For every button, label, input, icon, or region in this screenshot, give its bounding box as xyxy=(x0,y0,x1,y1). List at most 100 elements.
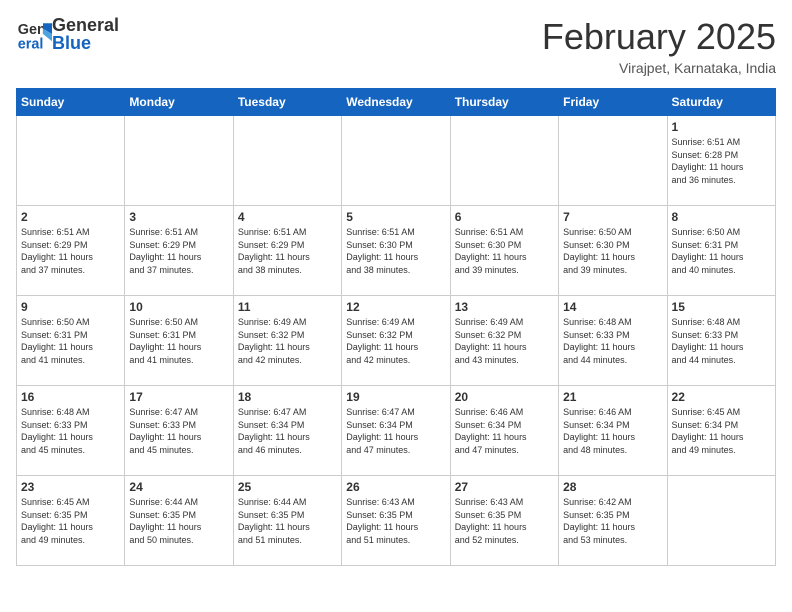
day-info: Sunrise: 6:49 AM Sunset: 6:32 PM Dayligh… xyxy=(238,316,337,366)
day-info: Sunrise: 6:45 AM Sunset: 6:34 PM Dayligh… xyxy=(672,406,771,456)
calendar-week-4: 23Sunrise: 6:45 AM Sunset: 6:35 PM Dayli… xyxy=(17,476,776,566)
day-info: Sunrise: 6:43 AM Sunset: 6:35 PM Dayligh… xyxy=(455,496,554,546)
weekday-saturday: Saturday xyxy=(667,89,775,116)
day-number: 6 xyxy=(455,210,554,224)
day-info: Sunrise: 6:51 AM Sunset: 6:29 PM Dayligh… xyxy=(21,226,120,276)
calendar-cell: 9 Sunrise: 6:50 AM Sunset: 6:31 PM Daylig… xyxy=(17,296,125,386)
page-header: Gen eral General Blue February 2025 Vira… xyxy=(16,16,776,76)
day-info: Sunrise: 6:47 AM Sunset: 6:33 PM Dayligh… xyxy=(129,406,228,456)
weekday-tuesday: Tuesday xyxy=(233,89,341,116)
logo: Gen eral General Blue xyxy=(16,16,119,52)
calendar-cell: 17 Sunrise: 6:47 AM Sunset: 6:33 PM Dayli… xyxy=(125,386,233,476)
day-info: Sunrise: 6:51 AM Sunset: 6:29 PM Dayligh… xyxy=(129,226,228,276)
calendar-cell: 25 Sunrise: 6:44 AM Sunset: 6:35 PM Dayli… xyxy=(233,476,341,566)
day-info: Sunrise: 6:51 AM Sunset: 6:30 PM Dayligh… xyxy=(455,226,554,276)
day-info: Sunrise: 6:45 AM Sunset: 6:35 PM Dayligh… xyxy=(21,496,120,546)
calendar-week-1: 2 Sunrise: 6:51 AM Sunset: 6:29 PM Daylig… xyxy=(17,206,776,296)
svg-text:eral: eral xyxy=(18,36,44,52)
day-info: Sunrise: 6:51 AM Sunset: 6:30 PM Dayligh… xyxy=(346,226,445,276)
calendar-cell xyxy=(667,476,775,566)
logo-general: General xyxy=(52,16,119,34)
day-number: 2 xyxy=(21,210,120,224)
calendar-cell: 1 Sunrise: 6:51 AM Sunset: 6:28 PM Daylig… xyxy=(667,116,775,206)
calendar-cell: 13Sunrise: 6:49 AM Sunset: 6:32 PM Dayli… xyxy=(450,296,558,386)
calendar-cell xyxy=(450,116,558,206)
day-info: Sunrise: 6:50 AM Sunset: 6:31 PM Dayligh… xyxy=(672,226,771,276)
calendar-cell xyxy=(125,116,233,206)
calendar-cell: 16Sunrise: 6:48 AM Sunset: 6:33 PM Dayli… xyxy=(17,386,125,476)
day-number: 21 xyxy=(563,390,662,404)
calendar-cell: 19 Sunrise: 6:47 AM Sunset: 6:34 PM Dayli… xyxy=(342,386,450,476)
day-number: 19 xyxy=(346,390,445,404)
day-number: 4 xyxy=(238,210,337,224)
weekday-monday: Monday xyxy=(125,89,233,116)
day-info: Sunrise: 6:48 AM Sunset: 6:33 PM Dayligh… xyxy=(563,316,662,366)
logo-icon: Gen eral xyxy=(16,16,52,52)
calendar-body: 1 Sunrise: 6:51 AM Sunset: 6:28 PM Daylig… xyxy=(17,116,776,566)
day-number: 20 xyxy=(455,390,554,404)
calendar-cell: 24 Sunrise: 6:44 AM Sunset: 6:35 PM Dayli… xyxy=(125,476,233,566)
calendar-cell: 3 Sunrise: 6:51 AM Sunset: 6:29 PM Daylig… xyxy=(125,206,233,296)
day-info: Sunrise: 6:44 AM Sunset: 6:35 PM Dayligh… xyxy=(129,496,228,546)
day-number: 18 xyxy=(238,390,337,404)
calendar-cell: 5 Sunrise: 6:51 AM Sunset: 6:30 PM Daylig… xyxy=(342,206,450,296)
calendar-cell: 23Sunrise: 6:45 AM Sunset: 6:35 PM Dayli… xyxy=(17,476,125,566)
logo-text: General Blue xyxy=(52,16,119,52)
weekday-friday: Friday xyxy=(559,89,667,116)
day-info: Sunrise: 6:50 AM Sunset: 6:30 PM Dayligh… xyxy=(563,226,662,276)
day-number: 22 xyxy=(672,390,771,404)
day-info: Sunrise: 6:47 AM Sunset: 6:34 PM Dayligh… xyxy=(346,406,445,456)
weekday-sunday: Sunday xyxy=(17,89,125,116)
logo-blue: Blue xyxy=(52,34,119,52)
calendar-cell: 7Sunrise: 6:50 AM Sunset: 6:30 PM Daylig… xyxy=(559,206,667,296)
day-number: 12 xyxy=(346,300,445,314)
weekday-header-row: SundayMondayTuesdayWednesdayThursdayFrid… xyxy=(17,89,776,116)
day-info: Sunrise: 6:46 AM Sunset: 6:34 PM Dayligh… xyxy=(563,406,662,456)
day-number: 13 xyxy=(455,300,554,314)
day-number: 17 xyxy=(129,390,228,404)
calendar-week-3: 16Sunrise: 6:48 AM Sunset: 6:33 PM Dayli… xyxy=(17,386,776,476)
day-number: 10 xyxy=(129,300,228,314)
calendar-cell: 6 Sunrise: 6:51 AM Sunset: 6:30 PM Daylig… xyxy=(450,206,558,296)
calendar-cell: 11 Sunrise: 6:49 AM Sunset: 6:32 PM Dayli… xyxy=(233,296,341,386)
calendar-cell: 2 Sunrise: 6:51 AM Sunset: 6:29 PM Daylig… xyxy=(17,206,125,296)
calendar-cell: 8Sunrise: 6:50 AM Sunset: 6:31 PM Daylig… xyxy=(667,206,775,296)
calendar-week-0: 1 Sunrise: 6:51 AM Sunset: 6:28 PM Daylig… xyxy=(17,116,776,206)
calendar-cell: 27 Sunrise: 6:43 AM Sunset: 6:35 PM Dayli… xyxy=(450,476,558,566)
day-info: Sunrise: 6:46 AM Sunset: 6:34 PM Dayligh… xyxy=(455,406,554,456)
day-info: Sunrise: 6:48 AM Sunset: 6:33 PM Dayligh… xyxy=(21,406,120,456)
day-number: 3 xyxy=(129,210,228,224)
calendar-cell: 26 Sunrise: 6:43 AM Sunset: 6:35 PM Dayli… xyxy=(342,476,450,566)
day-info: Sunrise: 6:47 AM Sunset: 6:34 PM Dayligh… xyxy=(238,406,337,456)
calendar-cell xyxy=(233,116,341,206)
day-number: 26 xyxy=(346,480,445,494)
day-number: 1 xyxy=(672,120,771,134)
calendar-cell: 22 Sunrise: 6:45 AM Sunset: 6:34 PM Dayli… xyxy=(667,386,775,476)
day-info: Sunrise: 6:48 AM Sunset: 6:33 PM Dayligh… xyxy=(672,316,771,366)
day-info: Sunrise: 6:43 AM Sunset: 6:35 PM Dayligh… xyxy=(346,496,445,546)
day-info: Sunrise: 6:50 AM Sunset: 6:31 PM Dayligh… xyxy=(129,316,228,366)
calendar-cell xyxy=(17,116,125,206)
calendar-cell: 20 Sunrise: 6:46 AM Sunset: 6:34 PM Dayli… xyxy=(450,386,558,476)
day-info: Sunrise: 6:51 AM Sunset: 6:29 PM Dayligh… xyxy=(238,226,337,276)
calendar-cell: 15 Sunrise: 6:48 AM Sunset: 6:33 PM Dayli… xyxy=(667,296,775,386)
calendar-header: SundayMondayTuesdayWednesdayThursdayFrid… xyxy=(17,89,776,116)
day-number: 24 xyxy=(129,480,228,494)
day-number: 15 xyxy=(672,300,771,314)
calendar-cell xyxy=(559,116,667,206)
day-number: 11 xyxy=(238,300,337,314)
day-number: 25 xyxy=(238,480,337,494)
day-number: 5 xyxy=(346,210,445,224)
calendar-cell: 10 Sunrise: 6:50 AM Sunset: 6:31 PM Dayli… xyxy=(125,296,233,386)
title-block: February 2025 Virajpet, Karnataka, India xyxy=(542,16,776,76)
calendar-week-2: 9 Sunrise: 6:50 AM Sunset: 6:31 PM Daylig… xyxy=(17,296,776,386)
day-info: Sunrise: 6:51 AM Sunset: 6:28 PM Dayligh… xyxy=(672,136,771,186)
day-info: Sunrise: 6:44 AM Sunset: 6:35 PM Dayligh… xyxy=(238,496,337,546)
day-number: 27 xyxy=(455,480,554,494)
day-number: 14 xyxy=(563,300,662,314)
day-info: Sunrise: 6:49 AM Sunset: 6:32 PM Dayligh… xyxy=(346,316,445,366)
calendar-table: SundayMondayTuesdayWednesdayThursdayFrid… xyxy=(16,88,776,566)
day-info: Sunrise: 6:50 AM Sunset: 6:31 PM Dayligh… xyxy=(21,316,120,366)
weekday-wednesday: Wednesday xyxy=(342,89,450,116)
day-number: 9 xyxy=(21,300,120,314)
